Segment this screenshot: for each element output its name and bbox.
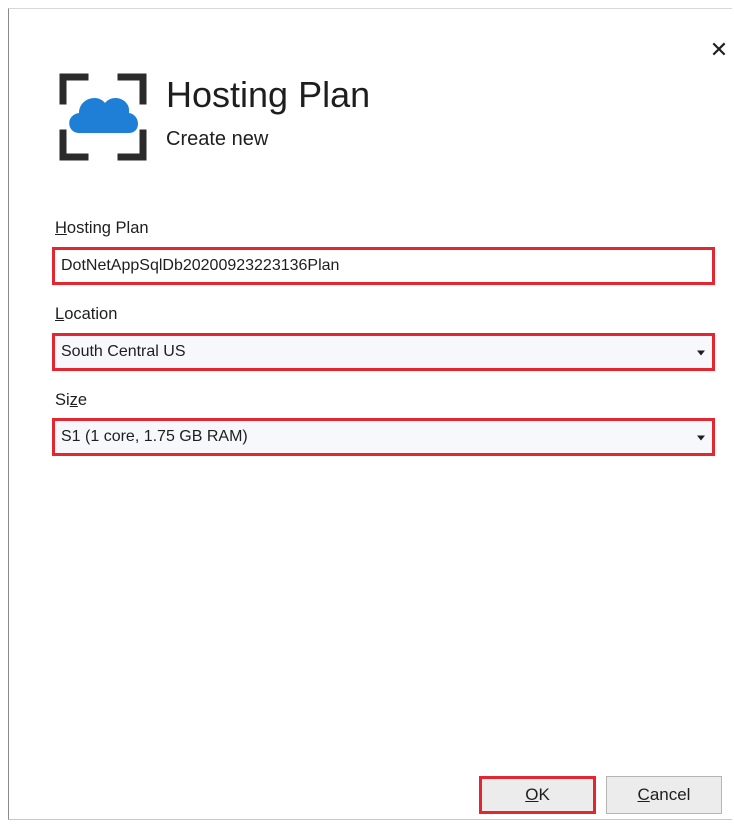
location-value: South Central US bbox=[61, 343, 186, 360]
dialog-title: Hosting Plan bbox=[166, 74, 371, 115]
cloud-in-brackets-icon bbox=[59, 73, 147, 161]
ok-button[interactable]: OK bbox=[479, 776, 596, 814]
size-select[interactable]: S1 (1 core, 1.75 GB RAM) bbox=[52, 418, 715, 456]
cancel-button[interactable]: Cancel bbox=[606, 776, 722, 814]
hosting-plan-label: Hosting Plan bbox=[55, 219, 149, 237]
hosting-plan-dialog: ✕ Hosting Plan Create new Hosting Plan D… bbox=[8, 8, 732, 820]
hosting-plan-value: DotNetAppSqlDb20200923223136Plan bbox=[61, 257, 340, 274]
size-value: S1 (1 core, 1.75 GB RAM) bbox=[61, 428, 248, 445]
location-label: Location bbox=[55, 305, 118, 323]
location-select[interactable]: South Central US bbox=[52, 333, 715, 371]
size-label: Size bbox=[55, 391, 88, 409]
close-icon[interactable]: ✕ bbox=[706, 37, 732, 63]
chevron-down-icon bbox=[697, 350, 705, 356]
hosting-plan-input[interactable]: DotNetAppSqlDb20200923223136Plan bbox=[52, 247, 715, 285]
chevron-down-icon bbox=[697, 435, 705, 441]
dialog-subtitle: Create new bbox=[166, 128, 269, 150]
